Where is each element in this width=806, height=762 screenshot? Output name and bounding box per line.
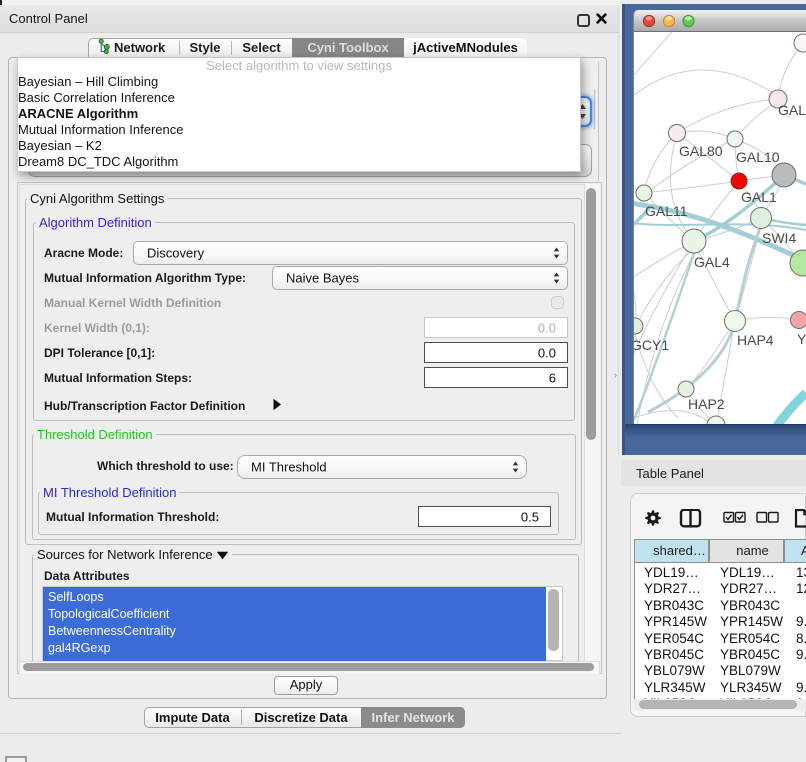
svg-text:GAL1: GAL1	[741, 189, 777, 205]
svg-text:GAL4: GAL4	[694, 254, 730, 270]
svg-text:GAL10: GAL10	[736, 149, 780, 165]
svg-text:HAP2: HAP2	[688, 396, 725, 412]
svg-text:GAL7: GAL7	[778, 102, 806, 118]
svg-text:HAP4: HAP4	[737, 332, 774, 348]
svg-text:GCY1: GCY1	[634, 337, 669, 353]
svg-text:YM: YM	[797, 331, 806, 347]
svg-text:SWI4: SWI4	[762, 230, 796, 246]
svg-text:GAL80: GAL80	[679, 143, 723, 159]
svg-text:GAL11: GAL11	[645, 203, 688, 219]
